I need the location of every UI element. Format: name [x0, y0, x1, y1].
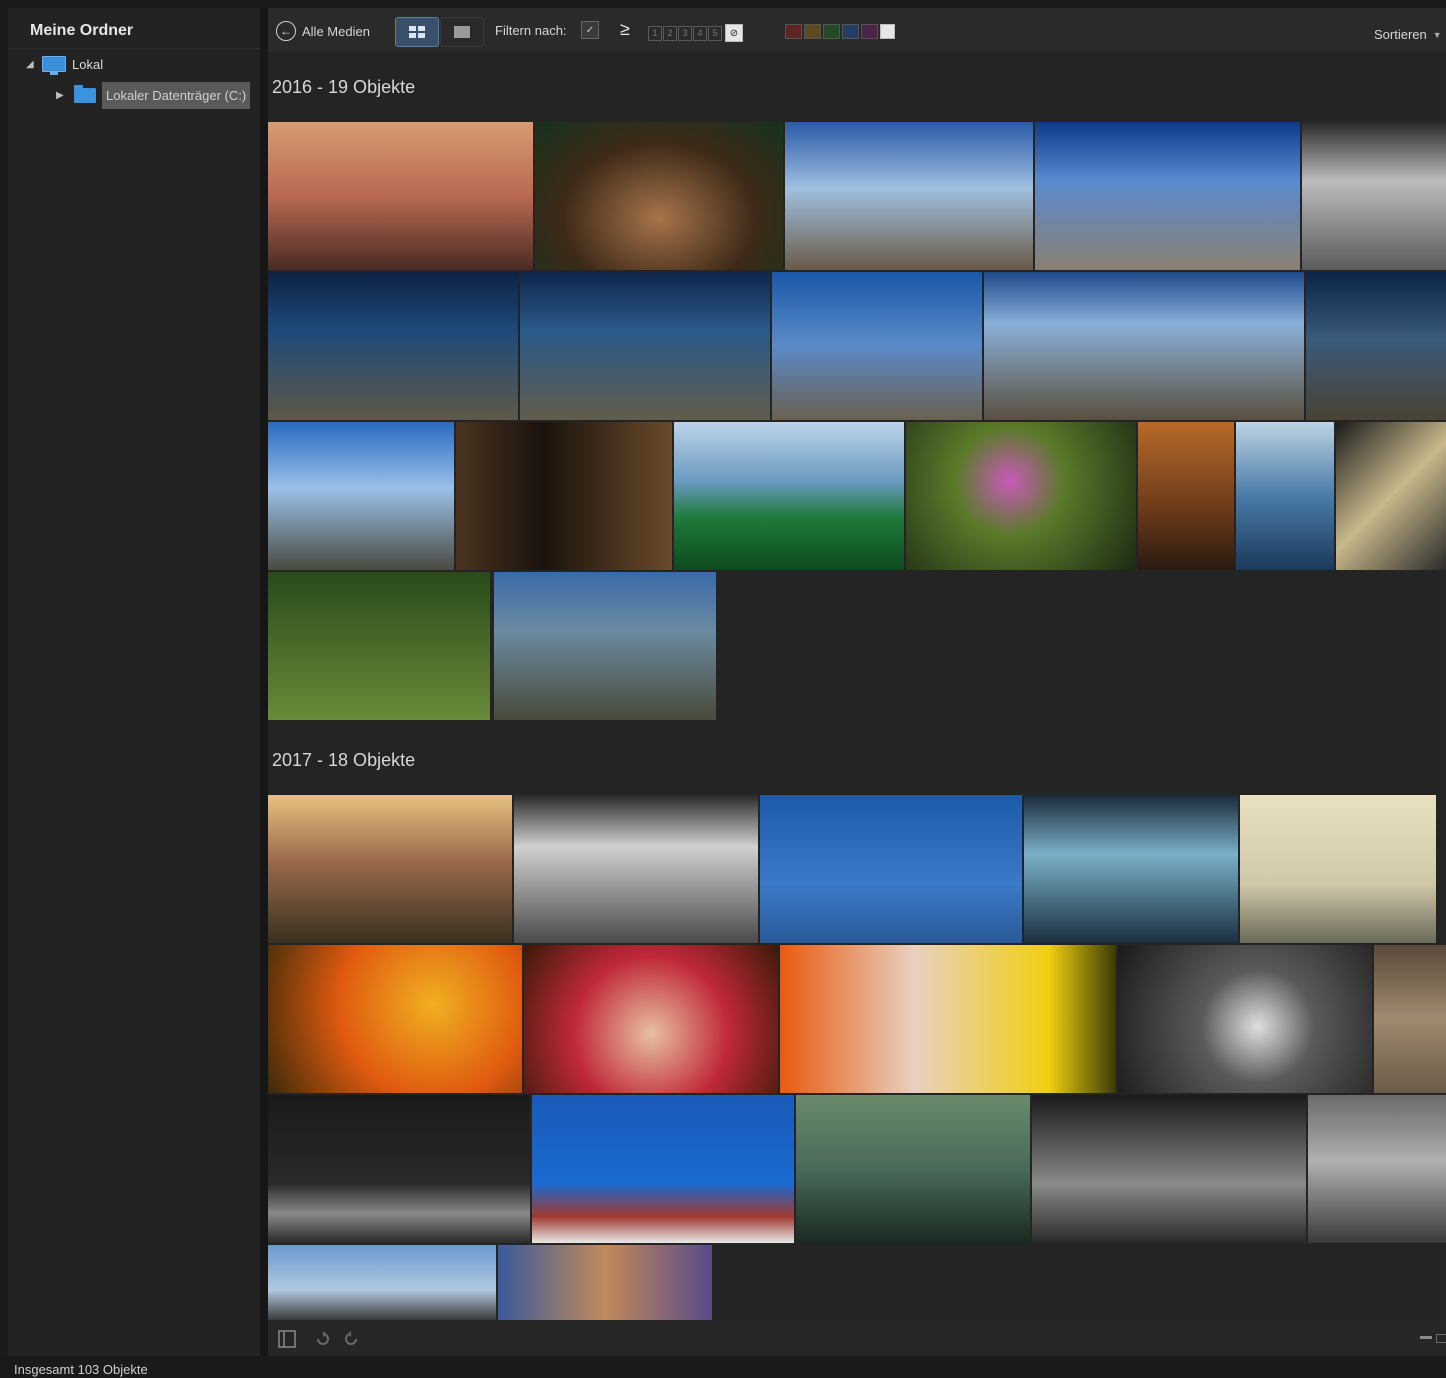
- group-header-2017: 2017 - 18 Objekte: [272, 750, 416, 770]
- rating-none-icon[interactable]: ⊘: [725, 24, 743, 42]
- color-label-green[interactable]: [823, 24, 840, 39]
- tree-item-drive-c[interactable]: ▶ Lokaler Datenträger (C:): [56, 82, 251, 109]
- photo-thumbnail[interactable]: [1236, 422, 1334, 570]
- rating-3[interactable]: 3: [678, 25, 692, 41]
- compare-operator[interactable]: ≥: [620, 19, 630, 40]
- photo-thumbnail[interactable]: [268, 422, 454, 570]
- group-header-2016: 2016 - 19 Objekte: [272, 77, 416, 97]
- photo-thumbnail[interactable]: [268, 945, 522, 1093]
- monitor-icon: [42, 56, 66, 75]
- sort-dropdown[interactable]: Sortieren ▼: [1374, 27, 1442, 42]
- bottom-toolbar: [268, 1320, 1446, 1356]
- color-label-purple[interactable]: [861, 24, 878, 39]
- photo-thumbnail[interactable]: [1032, 1095, 1306, 1243]
- rating-4[interactable]: 4: [693, 25, 707, 41]
- rating-filter[interactable]: 1 2 3 4 5 ⊘: [648, 24, 743, 42]
- all-media-button[interactable]: ← Alle Medien: [276, 21, 370, 41]
- photo-thumbnail[interactable]: [268, 795, 512, 943]
- grid-view-icon: [409, 26, 425, 38]
- photo-thumbnail[interactable]: [1374, 945, 1446, 1093]
- photo-thumbnail[interactable]: [268, 572, 490, 720]
- photo-thumbnail[interactable]: [520, 272, 770, 420]
- color-filter[interactable]: [785, 24, 895, 39]
- sidebar-title: Meine Ordner: [30, 22, 134, 39]
- rating-2[interactable]: 2: [663, 25, 677, 41]
- photo-thumbnail[interactable]: [1308, 1095, 1446, 1243]
- photo-thumbnail[interactable]: [674, 422, 904, 570]
- rotate-right-icon[interactable]: [342, 1330, 360, 1348]
- single-view-icon: [454, 26, 470, 38]
- folder-icon: [74, 85, 96, 103]
- color-label-yellow[interactable]: [804, 24, 821, 39]
- sidebar-toggle-icon[interactable]: [278, 1330, 296, 1348]
- tree-item-label: Lokal: [72, 56, 104, 72]
- filter-checkbox[interactable]: ✓: [581, 21, 599, 39]
- photo-thumbnail[interactable]: [456, 422, 672, 570]
- photo-thumbnail[interactable]: [1302, 122, 1446, 270]
- photo-thumbnail[interactable]: [1336, 422, 1446, 570]
- rotate-left-icon[interactable]: [314, 1330, 332, 1348]
- photo-thumbnail[interactable]: [514, 795, 758, 943]
- photo-thumbnail[interactable]: [498, 1245, 712, 1320]
- photo-thumbnail[interactable]: [785, 122, 1033, 270]
- photo-thumbnail[interactable]: [535, 122, 783, 270]
- rating-1[interactable]: 1: [648, 25, 662, 41]
- sidebar-divider: [8, 48, 260, 49]
- photo-thumbnail[interactable]: [1024, 795, 1238, 943]
- folder-sidebar: Meine Ordner ◢ Lokal ▶ Lokaler Datenträg…: [8, 8, 260, 1356]
- zoom-slider-min-icon[interactable]: [1420, 1336, 1432, 1339]
- photo-thumbnail[interactable]: [1240, 795, 1436, 943]
- color-label-none[interactable]: [880, 24, 895, 39]
- photo-thumbnail[interactable]: [268, 1095, 530, 1243]
- collapsed-triangle-icon[interactable]: ▶: [56, 90, 68, 101]
- photo-thumbnail[interactable]: [1138, 422, 1234, 570]
- photo-thumbnail[interactable]: [780, 945, 1116, 1093]
- photo-thumbnail[interactable]: [796, 1095, 1030, 1243]
- expanded-triangle-icon[interactable]: ◢: [26, 59, 38, 70]
- photo-thumbnail[interactable]: [268, 272, 518, 420]
- sort-label: Sortieren: [1374, 27, 1427, 42]
- zoom-slider-track[interactable]: [1436, 1334, 1446, 1343]
- toolbar: ← Alle Medien Filtern nach: ✓ ≥ 1 2 3 4 …: [268, 8, 1446, 52]
- filter-label: Filtern nach:: [495, 23, 567, 38]
- rating-5[interactable]: 5: [708, 25, 722, 41]
- photo-thumbnail[interactable]: [532, 1095, 794, 1243]
- single-view-button[interactable]: [440, 17, 484, 47]
- photo-thumbnail[interactable]: [984, 272, 1304, 420]
- color-label-red[interactable]: [785, 24, 802, 39]
- back-arrow-icon: ←: [276, 21, 296, 41]
- tree-item-label: Lokaler Datenträger (C:): [102, 82, 251, 109]
- photo-thumbnail[interactable]: [524, 945, 778, 1093]
- media-browser: ← Alle Medien Filtern nach: ✓ ≥ 1 2 3 4 …: [268, 8, 1446, 1320]
- photo-thumbnail[interactable]: [268, 122, 533, 270]
- photo-thumbnail[interactable]: [1118, 945, 1372, 1093]
- photo-thumbnail[interactable]: [906, 422, 1136, 570]
- photo-thumbnail[interactable]: [494, 572, 716, 720]
- chevron-down-icon: ▼: [1432, 29, 1442, 40]
- panel-splitter[interactable]: [260, 8, 268, 1356]
- photo-thumbnail[interactable]: [772, 272, 982, 420]
- grid-view-button[interactable]: [395, 17, 439, 47]
- status-bar: Insgesamt 103 Objekte: [0, 1356, 1446, 1378]
- tree-item-lokal[interactable]: ◢ Lokal: [26, 56, 104, 75]
- photo-thumbnail[interactable]: [1306, 272, 1446, 420]
- photo-thumbnail[interactable]: [760, 795, 1022, 943]
- photo-thumbnail[interactable]: [1035, 122, 1300, 270]
- photo-thumbnail[interactable]: [268, 1245, 496, 1320]
- all-media-label: Alle Medien: [302, 23, 370, 39]
- color-label-blue[interactable]: [842, 24, 859, 39]
- total-count-label: Insgesamt 103 Objekte: [14, 1362, 148, 1377]
